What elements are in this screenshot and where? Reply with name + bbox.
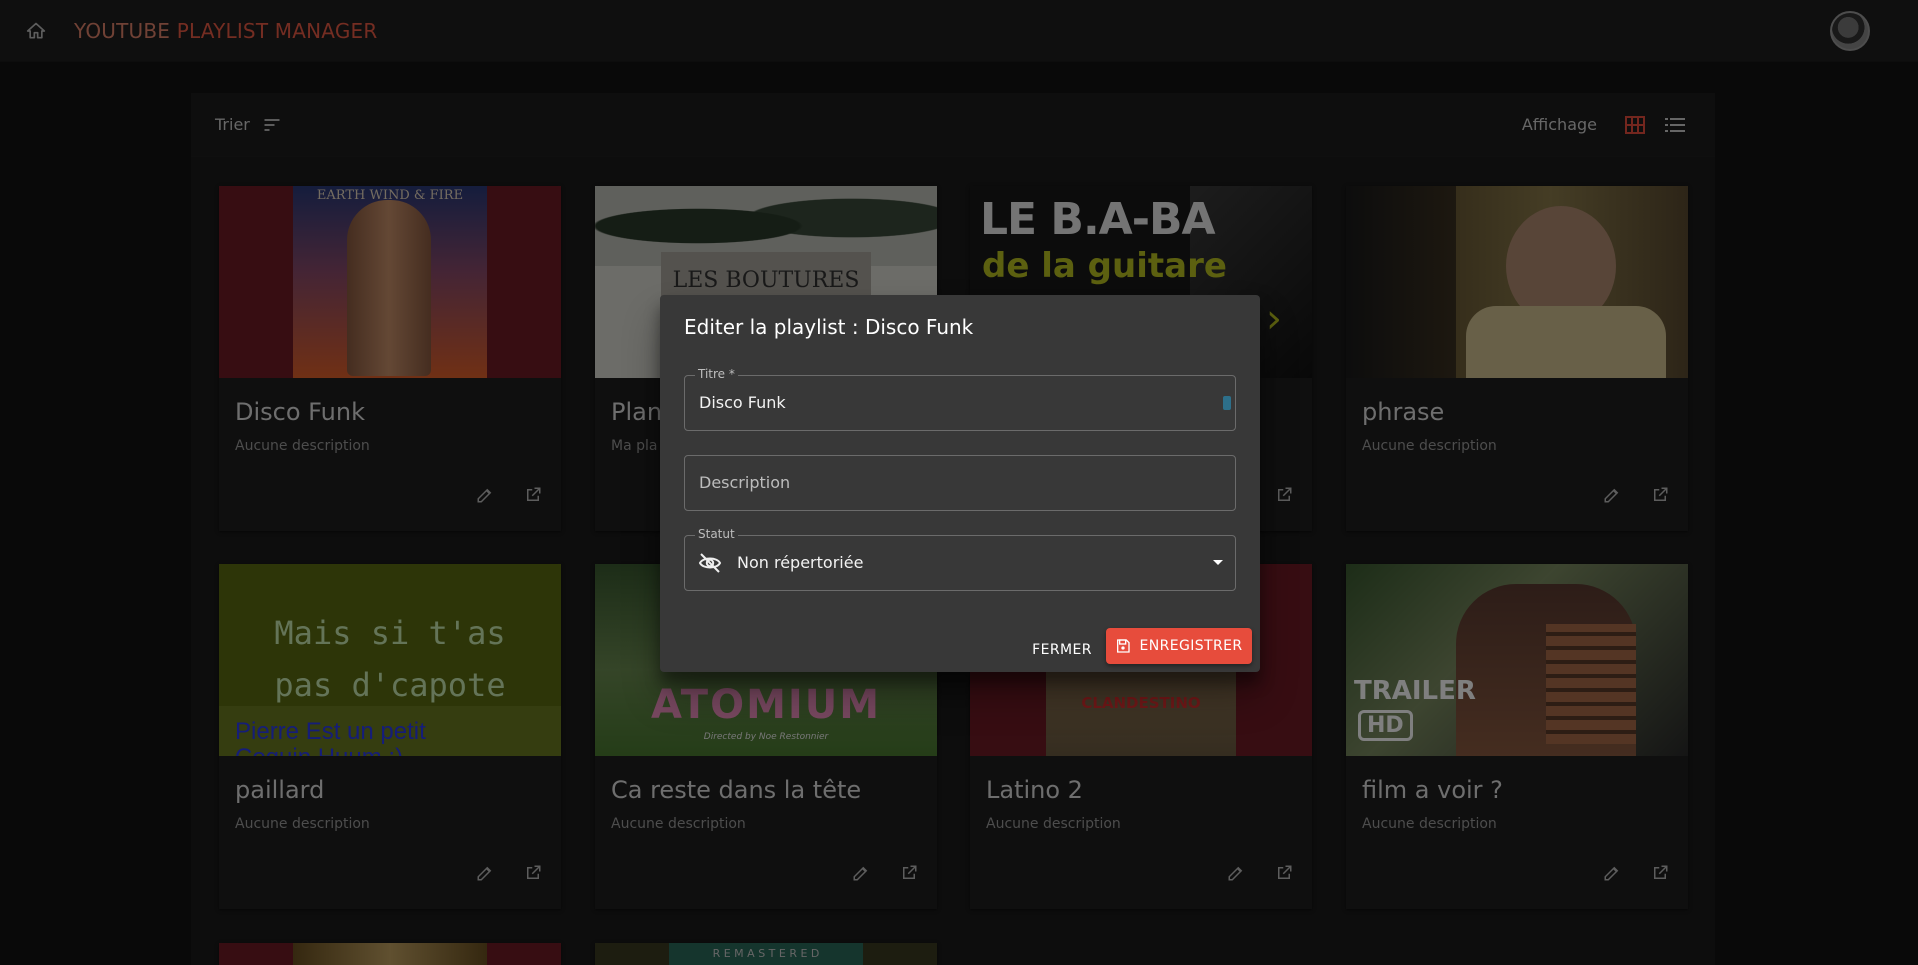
dropdown-arrow-icon bbox=[1213, 560, 1223, 565]
status-value: Non répertoriée bbox=[737, 553, 864, 572]
description-field-placeholder: Description bbox=[699, 473, 791, 492]
save-button[interactable]: ENREGISTRER bbox=[1106, 628, 1252, 664]
save-icon bbox=[1117, 639, 1131, 653]
visibility-off-icon bbox=[698, 553, 722, 573]
edit-playlist-dialog: Editer la playlist : Disco Funk Titre * … bbox=[660, 295, 1260, 672]
dialog-title: Editer la playlist : Disco Funk bbox=[684, 315, 974, 339]
description-field[interactable]: Description bbox=[684, 455, 1236, 511]
title-field-label: Titre * bbox=[695, 367, 738, 381]
status-field-label: Statut bbox=[695, 527, 738, 541]
title-field-value[interactable]: Disco Funk bbox=[699, 393, 786, 412]
autofill-icon bbox=[1223, 396, 1231, 410]
title-field[interactable]: Titre * Disco Funk bbox=[684, 367, 1236, 431]
save-button-label: ENREGISTRER bbox=[1139, 638, 1243, 654]
status-select[interactable]: Statut Non répertoriée bbox=[684, 527, 1236, 591]
close-button[interactable]: FERMER bbox=[1030, 632, 1094, 668]
